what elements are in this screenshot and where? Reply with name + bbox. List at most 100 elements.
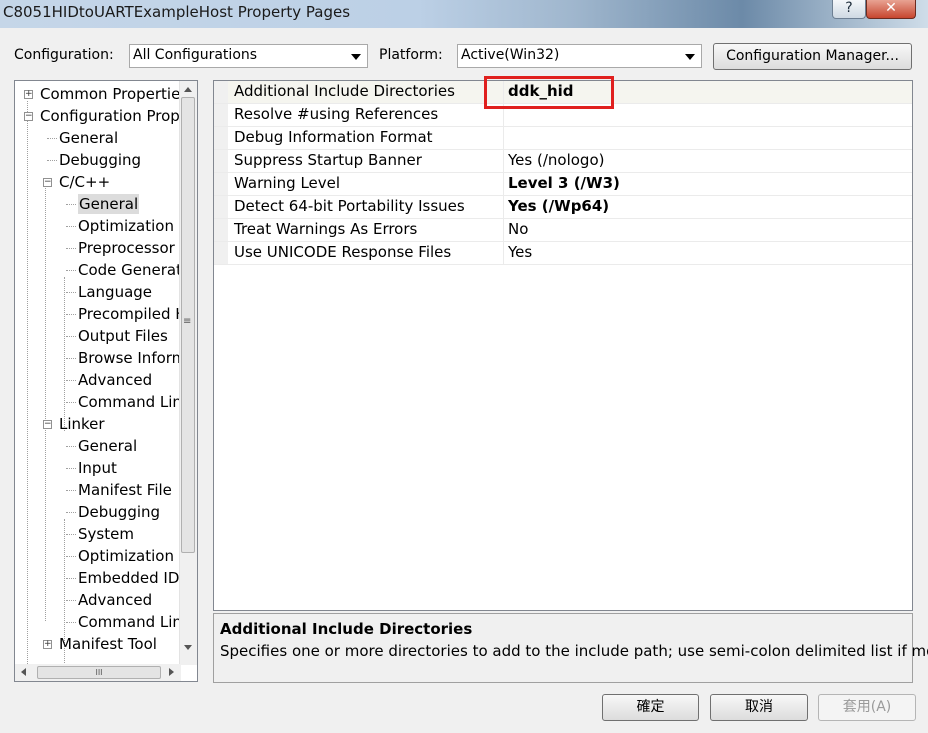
tree-item[interactable]: Advanced xyxy=(78,370,152,390)
tree-connector xyxy=(66,556,76,557)
column-separator xyxy=(503,196,504,218)
property-tree[interactable]: Common Properties + Configuration Prope − Ge… xyxy=(14,80,198,682)
tree-connector xyxy=(47,138,57,139)
tree-connector xyxy=(66,336,76,337)
property-row[interactable]: Use UNICODE Response Files Yes xyxy=(214,242,912,265)
tree-item[interactable]: Manifest File xyxy=(78,480,172,500)
scroll-up-icon[interactable] xyxy=(184,87,192,92)
property-row[interactable]: Suppress Startup Banner Yes (/nologo) xyxy=(214,150,912,173)
tree-item[interactable]: Command Lin xyxy=(78,392,182,412)
property-row[interactable]: Debug Information Format xyxy=(214,127,912,150)
collapse-icon[interactable]: − xyxy=(43,420,52,429)
tree-item[interactable]: Browse Inform xyxy=(78,348,186,368)
description-text: Specifies one or more directories to add… xyxy=(220,642,928,660)
ok-button[interactable]: 確定 xyxy=(602,694,699,721)
description-title: Additional Include Directories xyxy=(220,620,473,638)
tree-connector xyxy=(47,160,57,161)
tree-item[interactable]: Optimization xyxy=(78,216,174,236)
tree-item[interactable]: Debugging xyxy=(59,150,141,170)
scroll-left-icon[interactable] xyxy=(21,668,26,676)
tree-connector xyxy=(66,248,76,249)
column-separator xyxy=(503,127,504,149)
scroll-right-icon[interactable] xyxy=(169,668,174,676)
tree-item[interactable]: Command Lin xyxy=(78,612,182,632)
collapse-icon[interactable]: − xyxy=(24,112,33,121)
tree-connector xyxy=(45,181,46,621)
tree-item[interactable]: Manifest Tool xyxy=(59,634,157,654)
tree-item[interactable]: Optimization xyxy=(78,546,174,566)
tree-connector xyxy=(66,204,76,205)
chevron-down-icon xyxy=(685,54,695,60)
tree-item[interactable]: Output Files xyxy=(78,326,168,346)
collapse-icon[interactable]: − xyxy=(43,178,52,187)
tree-connector xyxy=(66,314,76,315)
expand-icon[interactable]: + xyxy=(24,90,33,99)
tree-item[interactable]: General xyxy=(59,128,118,148)
tree-item[interactable]: Linker xyxy=(59,414,105,434)
tree-item[interactable]: General xyxy=(78,194,140,214)
tree-scroll-thumb[interactable]: ≡ xyxy=(181,97,195,553)
configuration-manager-button[interactable]: Configuration Manager... xyxy=(713,43,912,70)
property-name: Additional Include Directories xyxy=(234,82,455,100)
tree-item[interactable]: Language xyxy=(78,282,152,302)
column-separator xyxy=(503,173,504,195)
tree-vertical-scrollbar[interactable]: ≡ xyxy=(179,81,197,665)
property-row[interactable]: Warning Level Level 3 (/W3) xyxy=(214,173,912,196)
tree-item[interactable]: Embedded IDI xyxy=(78,568,184,588)
property-name: Resolve #using References xyxy=(234,105,439,123)
tree-item[interactable]: C/C++ xyxy=(59,172,110,192)
property-value[interactable]: Yes xyxy=(508,243,532,261)
tree-item[interactable]: Debugging xyxy=(78,502,160,522)
close-button[interactable]: ✕ xyxy=(866,0,916,19)
scroll-down-icon[interactable] xyxy=(184,645,192,650)
row-gutter xyxy=(214,104,228,126)
property-value[interactable]: ddk_hid xyxy=(508,82,574,100)
tree-connector xyxy=(66,446,76,447)
tree-connector xyxy=(66,402,76,403)
cancel-button[interactable]: 取消 xyxy=(710,694,808,721)
tree-item[interactable]: System xyxy=(78,524,134,544)
tree-horizontal-scrollbar[interactable]: III xyxy=(15,664,181,681)
tree-connector xyxy=(66,490,76,491)
property-value[interactable]: Level 3 (/W3) xyxy=(508,174,620,192)
property-name: Detect 64-bit Portability Issues xyxy=(234,197,465,215)
tree-item[interactable]: General xyxy=(78,436,137,456)
configuration-dropdown[interactable]: All Configurations xyxy=(129,44,368,68)
tree-connector xyxy=(66,468,76,469)
tree-item[interactable]: Advanced xyxy=(78,590,152,610)
tree-item[interactable]: Preprocessor xyxy=(78,238,175,258)
property-row[interactable]: Resolve #using References xyxy=(214,104,912,127)
title-bar: C8051HIDtoUARTExampleHost Property Pages… xyxy=(0,0,928,28)
close-icon: ✕ xyxy=(885,0,897,16)
scroll-grip-icon: ≡ xyxy=(183,316,192,327)
property-grid[interactable]: Additional Include Directories ddk_hid Res… xyxy=(213,80,913,611)
tree-connector xyxy=(66,622,76,623)
property-name: Use UNICODE Response Files xyxy=(234,243,452,261)
property-row[interactable]: Additional Include Directories ddk_hid xyxy=(214,81,912,104)
hscroll-grip-icon: III xyxy=(95,668,103,677)
apply-button[interactable]: 套用(A) xyxy=(818,694,916,721)
platform-dropdown[interactable]: Active(Win32) xyxy=(457,44,702,68)
tree-item[interactable]: Code Generati xyxy=(78,260,186,280)
tree-item[interactable]: Input xyxy=(78,458,117,478)
property-value[interactable]: No xyxy=(508,220,528,238)
property-value[interactable]: Yes (/Wp64) xyxy=(508,197,609,215)
tree-connector xyxy=(66,512,76,513)
tree-hscroll-thumb[interactable]: III xyxy=(37,666,161,679)
tree-connector xyxy=(64,277,65,431)
tree-item[interactable]: Configuration Prope xyxy=(40,106,189,126)
row-gutter xyxy=(214,173,228,195)
expand-icon[interactable]: + xyxy=(43,640,52,649)
tree-connector xyxy=(66,292,76,293)
help-button[interactable]: ? xyxy=(832,0,866,19)
configuration-value: All Configurations xyxy=(133,47,258,63)
row-gutter xyxy=(214,81,228,103)
tree-item[interactable]: Precompiled H xyxy=(78,304,187,324)
tree-item[interactable]: Common Properties xyxy=(40,84,188,104)
property-row[interactable]: Treat Warnings As Errors No xyxy=(214,219,912,242)
property-value[interactable]: Yes (/nologo) xyxy=(508,151,604,169)
property-row[interactable]: Detect 64-bit Portability Issues Yes (/Wp… xyxy=(214,196,912,219)
column-separator xyxy=(503,81,504,103)
tree-connector xyxy=(66,380,76,381)
property-name: Suppress Startup Banner xyxy=(234,151,422,169)
